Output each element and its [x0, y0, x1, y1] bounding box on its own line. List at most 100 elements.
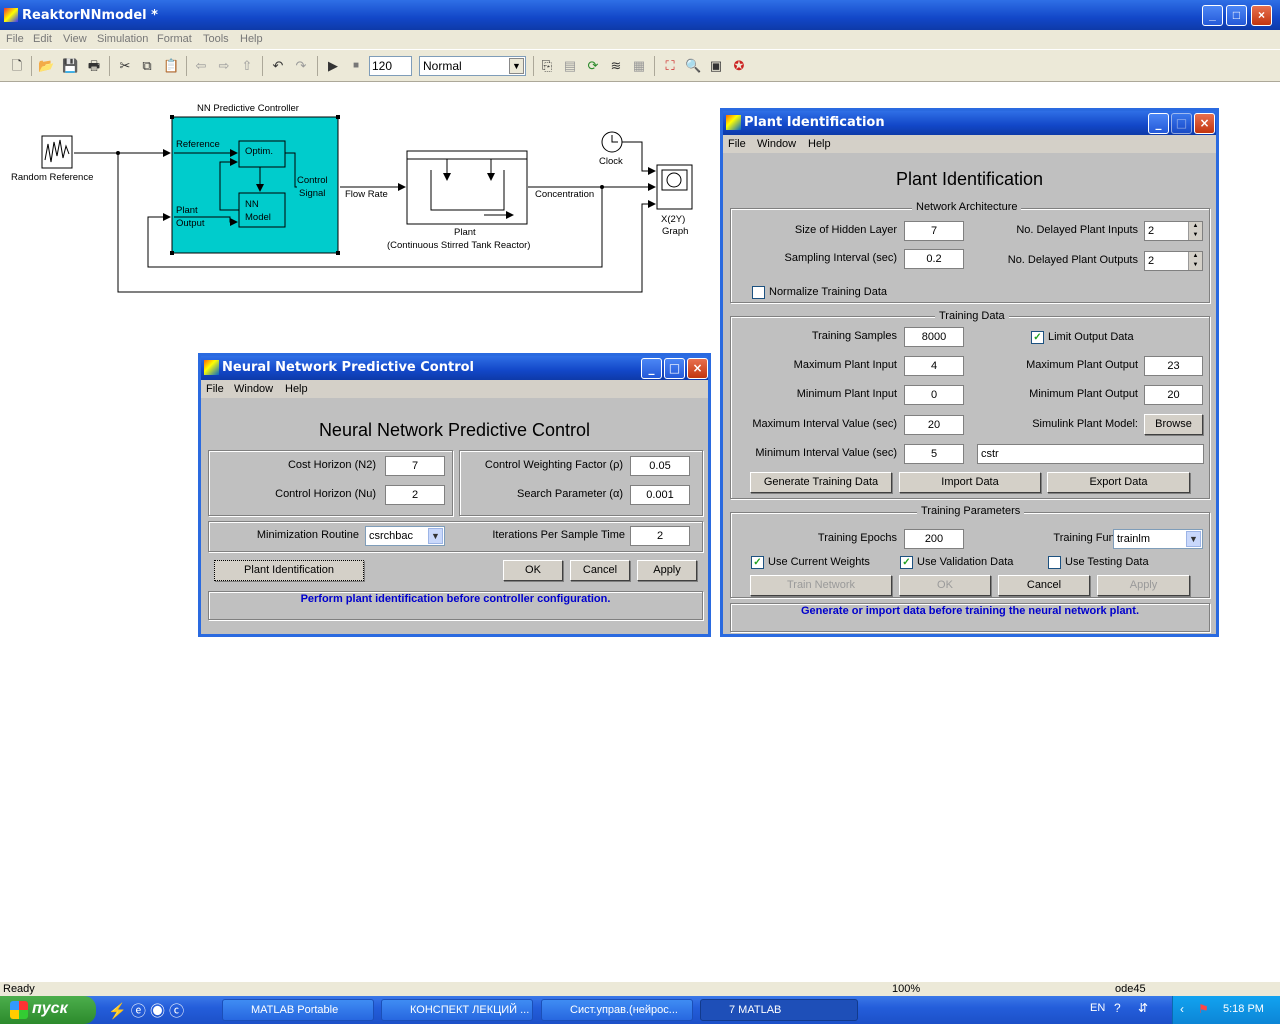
- back-icon[interactable]: ⇦: [193, 58, 209, 74]
- use-testing-data-checkbox[interactable]: [1048, 556, 1061, 569]
- menu-help[interactable]: Help: [240, 33, 263, 45]
- build-icon[interactable]: ⎘: [539, 58, 555, 74]
- min-plant-input-label: Minimum Plant Input: [796, 388, 897, 400]
- model-explorer-icon[interactable]: ⛶: [662, 58, 678, 74]
- maximize-button[interactable]: □: [1226, 5, 1247, 26]
- use-current-weights-checkbox[interactable]: ✓: [751, 556, 764, 569]
- task-matlab-group[interactable]: 7 MATLAB: [700, 999, 858, 1021]
- weighting-input[interactable]: 0.05: [630, 456, 690, 476]
- redo-icon[interactable]: ↷: [293, 58, 309, 74]
- generate-training-data-button[interactable]: Generate Training Data: [750, 472, 892, 493]
- import-data-button[interactable]: Import Data: [899, 472, 1041, 493]
- advisor-icon[interactable]: ✪: [731, 58, 747, 74]
- debug-icon[interactable]: 🔍: [685, 58, 701, 74]
- nnpc-ok-button[interactable]: OK: [503, 560, 563, 581]
- nnpc-menu-help[interactable]: Help: [285, 383, 308, 395]
- pid-cancel-button[interactable]: Cancel: [998, 575, 1090, 596]
- export-data-button[interactable]: Export Data: [1047, 472, 1190, 493]
- limit-output-checkbox[interactable]: ✓: [1031, 331, 1044, 344]
- chevron-down-icon[interactable]: ▼: [509, 58, 524, 74]
- minimization-select[interactable]: csrchbac ▼: [365, 526, 445, 546]
- model-properties-icon[interactable]: ▣: [708, 58, 724, 74]
- security-icon[interactable]: ⚑: [1198, 1002, 1209, 1016]
- nnpc-menu-window[interactable]: Window: [234, 383, 273, 395]
- pid-ok-button[interactable]: OK: [899, 575, 991, 596]
- pid-apply-button[interactable]: Apply: [1097, 575, 1190, 596]
- copy-icon[interactable]: ⧉: [139, 58, 155, 74]
- training-samples-input[interactable]: 8000: [904, 327, 964, 347]
- paste-icon[interactable]: 📋: [163, 58, 179, 74]
- pid-menu-window[interactable]: Window: [757, 138, 796, 150]
- menu-edit[interactable]: Edit: [33, 33, 52, 45]
- network-icon[interactable]: ⇵: [1138, 1001, 1148, 1015]
- nnpc-maximize-button[interactable]: □: [664, 358, 685, 379]
- library-browser-icon[interactable]: ≋: [608, 58, 624, 74]
- pid-menu-help[interactable]: Help: [808, 138, 831, 150]
- forward-icon[interactable]: ⇨: [216, 58, 232, 74]
- iterations-input[interactable]: 2: [630, 526, 690, 546]
- delayed-outputs-spinner[interactable]: ▲ ▼: [1188, 252, 1202, 270]
- task-control-systems[interactable]: Сист.управ.(нейрос...: [541, 999, 693, 1021]
- nnpc-menu-file[interactable]: File: [206, 383, 224, 395]
- help-icon[interactable]: ?: [1114, 1001, 1121, 1015]
- stop-time-input[interactable]: 120: [369, 56, 412, 76]
- plant-model-input[interactable]: cstr: [977, 444, 1204, 464]
- language-indicator[interactable]: EN: [1090, 1002, 1105, 1014]
- chevron-down-icon[interactable]: ▼: [428, 528, 443, 544]
- control-horizon-input[interactable]: 2: [385, 485, 445, 505]
- up-icon[interactable]: ⇧: [239, 58, 255, 74]
- toggle-model-browser-icon[interactable]: ▦: [631, 58, 647, 74]
- nnpc-apply-button[interactable]: Apply: [637, 560, 697, 581]
- delayed-inputs-spinner[interactable]: ▲ ▼: [1188, 222, 1202, 240]
- pid-minimize-button[interactable]: _: [1148, 113, 1169, 134]
- print-icon[interactable]: 🖶: [86, 58, 102, 74]
- max-interval-input[interactable]: 20: [904, 415, 964, 435]
- pid-maximize-button[interactable]: □: [1171, 113, 1192, 134]
- refresh-icon[interactable]: ⟳: [585, 58, 601, 74]
- nnpc-close-button[interactable]: ×: [687, 358, 708, 379]
- task-lecture-notes[interactable]: КОНСПЕКТ ЛЕКЦИЙ ...: [381, 999, 533, 1021]
- nnpc-cancel-button[interactable]: Cancel: [570, 560, 630, 581]
- menu-view[interactable]: View: [63, 33, 87, 45]
- menu-file[interactable]: File: [6, 33, 24, 45]
- use-validation-data-checkbox[interactable]: ✓: [900, 556, 913, 569]
- close-button[interactable]: ×: [1251, 5, 1272, 26]
- plant-identification-button[interactable]: Plant Identification: [214, 560, 364, 581]
- cost-horizon-input[interactable]: 7: [385, 456, 445, 476]
- minimize-button[interactable]: _: [1202, 5, 1223, 26]
- update-diagram-icon[interactable]: ▤: [562, 58, 578, 74]
- run-icon[interactable]: ▶: [325, 58, 341, 74]
- quick-launch-icons[interactable]: ⚡ ⓔ ◉ ⓒ: [108, 1000, 184, 1021]
- tray-chevron-icon[interactable]: ‹: [1180, 1002, 1184, 1016]
- max-plant-input-input[interactable]: 4: [904, 356, 964, 376]
- chevron-down-icon[interactable]: ▼: [1186, 531, 1201, 547]
- menu-simulation[interactable]: Simulation: [97, 33, 148, 45]
- training-function-select[interactable]: trainlm ▼: [1113, 529, 1203, 549]
- menu-tools[interactable]: Tools: [203, 33, 229, 45]
- search-parameter-input[interactable]: 0.001: [630, 485, 690, 505]
- min-interval-input[interactable]: 5: [904, 444, 964, 464]
- nnpc-minimize-button[interactable]: _: [641, 358, 662, 379]
- pid-close-button[interactable]: ×: [1194, 113, 1215, 134]
- normalize-checkbox[interactable]: [752, 286, 765, 299]
- browse-button[interactable]: Browse: [1144, 414, 1203, 435]
- max-plant-output-input[interactable]: 23: [1144, 356, 1203, 376]
- min-plant-input-input[interactable]: 0: [904, 385, 964, 405]
- task-matlab-portable[interactable]: MATLAB Portable: [222, 999, 374, 1021]
- train-network-button[interactable]: Train Network: [750, 575, 892, 596]
- new-icon[interactable]: 🗋: [9, 58, 25, 74]
- plant-block[interactable]: [406, 150, 528, 225]
- stop-icon[interactable]: ■: [348, 58, 364, 74]
- undo-icon[interactable]: ↶: [270, 58, 286, 74]
- pid-menu-file[interactable]: File: [728, 138, 746, 150]
- hidden-layer-input[interactable]: 7: [904, 221, 964, 241]
- sampling-interval-input[interactable]: 0.2: [904, 249, 964, 269]
- menu-format[interactable]: Format: [157, 33, 192, 45]
- cut-icon[interactable]: ✂: [117, 58, 133, 74]
- toolbar-separator: [317, 56, 318, 76]
- training-epochs-input[interactable]: 200: [904, 529, 964, 549]
- min-plant-output-input[interactable]: 20: [1144, 385, 1203, 405]
- simulation-mode-select[interactable]: Normal ▼: [419, 56, 526, 76]
- save-icon[interactable]: 💾: [62, 58, 78, 74]
- open-icon[interactable]: 📂: [38, 58, 54, 74]
